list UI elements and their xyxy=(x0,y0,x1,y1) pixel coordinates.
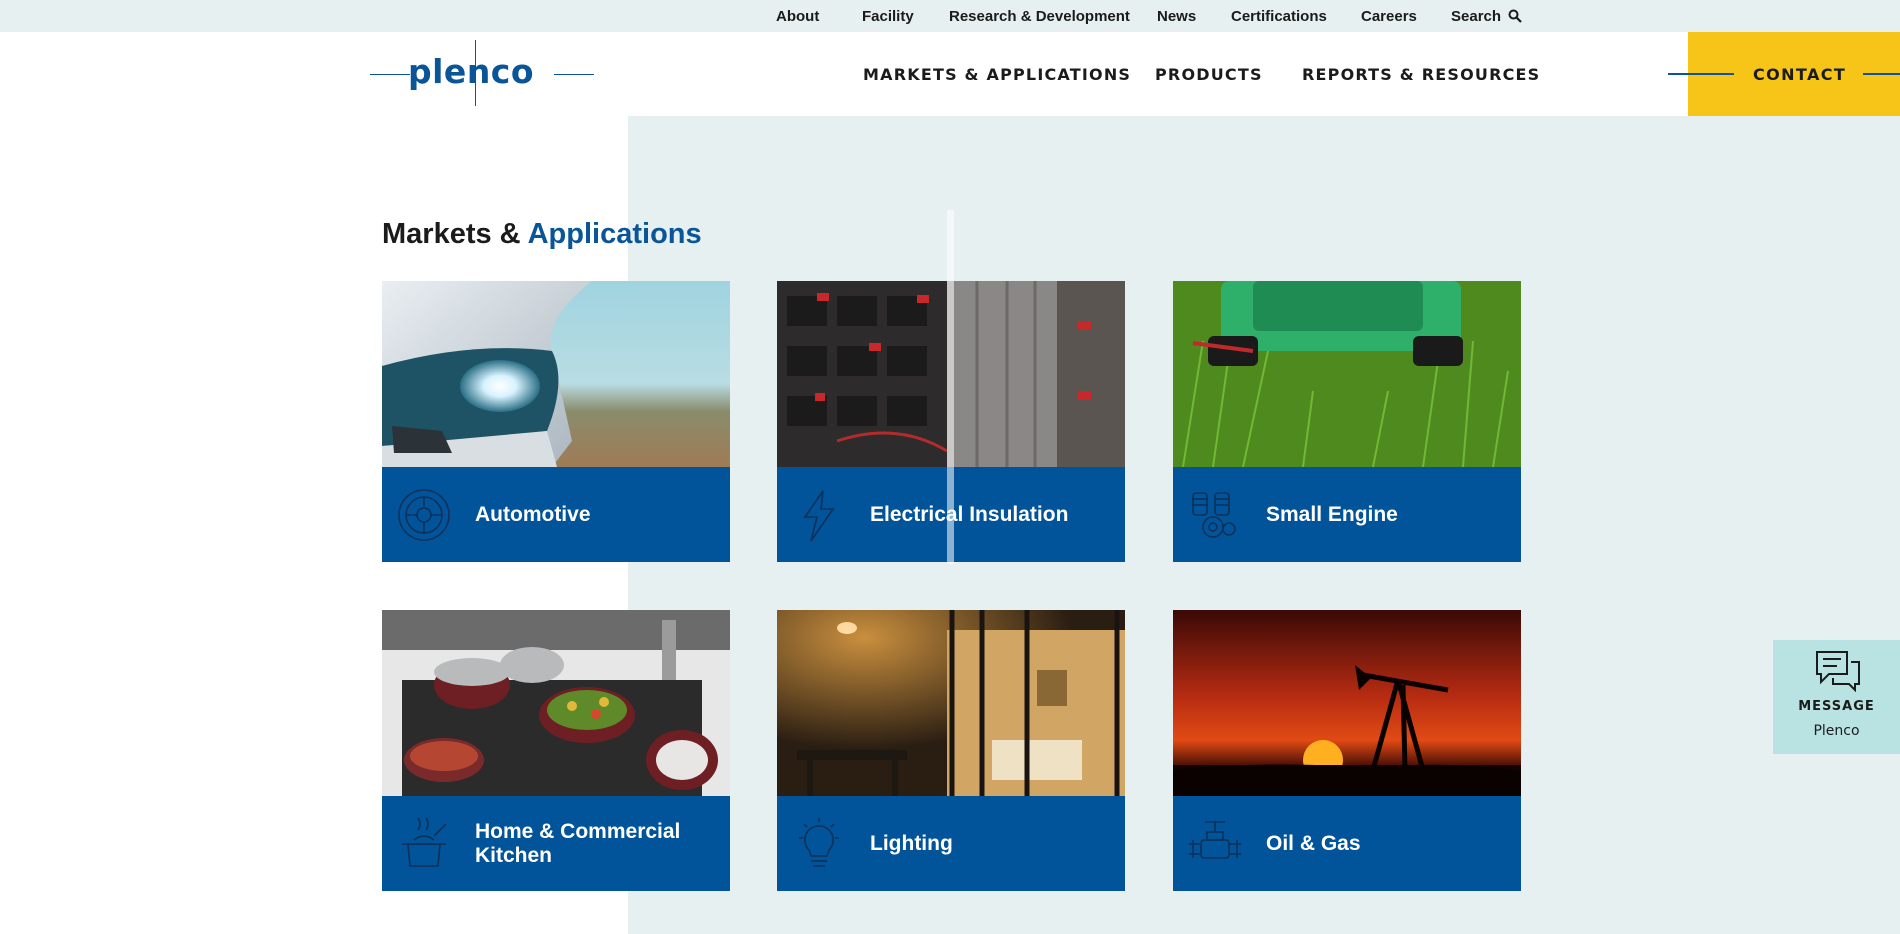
logo-wordmark: plenco xyxy=(408,52,535,91)
card-automotive[interactable]: Automotive xyxy=(382,281,730,562)
oil-gas-band: Oil & Gas xyxy=(1173,796,1521,891)
contact-button[interactable]: CONTACT xyxy=(1668,32,1900,116)
nav-products[interactable]: PRODUCTS xyxy=(1155,65,1263,84)
oil-gas-photo xyxy=(1173,610,1521,796)
card-label: Lighting xyxy=(870,831,953,855)
nav-facility[interactable]: Facility xyxy=(862,8,914,25)
automotive-band: Automotive xyxy=(382,467,730,562)
cooking-pot-icon xyxy=(396,816,452,872)
nav-markets-applications[interactable]: MARKETS & APPLICATIONS xyxy=(863,65,1131,84)
contact-line-right xyxy=(1863,73,1900,75)
card-lighting[interactable]: Lighting xyxy=(777,610,1125,891)
small-engine-photo xyxy=(1173,281,1521,467)
card-label: Small Engine xyxy=(1266,502,1398,526)
decorative-strip xyxy=(947,210,954,564)
card-home-commercial-kitchen[interactable]: Home & Commercial Kitchen xyxy=(382,610,730,891)
nav-search[interactable]: Search xyxy=(1451,8,1501,25)
lighting-band: Lighting xyxy=(777,796,1125,891)
nav-news[interactable]: News xyxy=(1157,8,1196,25)
lighting-photo xyxy=(777,610,1125,796)
light-bulb-icon xyxy=(791,816,847,872)
message-title: MESSAGE xyxy=(1798,699,1875,714)
nav-research[interactable]: Research & Development xyxy=(949,8,1130,25)
message-subtitle: Plenco xyxy=(1813,723,1860,739)
card-label: Home & Commercial Kitchen xyxy=(475,819,681,867)
logo-line-left xyxy=(370,74,410,75)
section-title-accent: Applications xyxy=(527,218,702,250)
logo-line-right xyxy=(554,74,594,75)
nav-careers[interactable]: Careers xyxy=(1361,8,1417,25)
message-widget[interactable]: MESSAGE Plenco xyxy=(1773,640,1900,754)
nav-reports-resources[interactable]: REPORTS & RESOURCES xyxy=(1302,65,1540,84)
automotive-photo xyxy=(382,281,730,467)
kitchen-band: Home & Commercial Kitchen xyxy=(382,796,730,891)
nav-about[interactable]: About xyxy=(776,8,819,25)
kitchen-photo xyxy=(382,610,730,796)
section-title-part1: Markets & xyxy=(382,218,528,250)
utility-bar: About Facility Research & Development Ne… xyxy=(0,0,1900,32)
lightning-bolt-icon xyxy=(791,487,847,543)
card-oil-gas[interactable]: Oil & Gas xyxy=(1173,610,1521,891)
valve-icon xyxy=(1187,816,1243,872)
card-small-engine[interactable]: Small Engine xyxy=(1173,281,1521,562)
site-header: plenco MARKETS & APPLICATIONS PRODUCTS R… xyxy=(0,32,1900,116)
card-label: Electrical Insulation xyxy=(870,502,1069,526)
contact-line-left xyxy=(1668,73,1734,75)
engine-icon xyxy=(1187,487,1243,543)
card-label: Oil & Gas xyxy=(1266,831,1361,855)
search-icon[interactable] xyxy=(1508,9,1522,23)
chat-bubbles-icon xyxy=(1816,651,1860,692)
card-label: Automotive xyxy=(475,502,591,526)
nav-certifications[interactable]: Certifications xyxy=(1231,8,1327,25)
section-title: Markets & Applications xyxy=(382,218,702,251)
small-engine-band: Small Engine xyxy=(1173,467,1521,562)
plenco-logo[interactable]: plenco xyxy=(370,40,594,106)
tire-icon xyxy=(396,487,452,543)
contact-label: CONTACT xyxy=(1753,65,1847,84)
